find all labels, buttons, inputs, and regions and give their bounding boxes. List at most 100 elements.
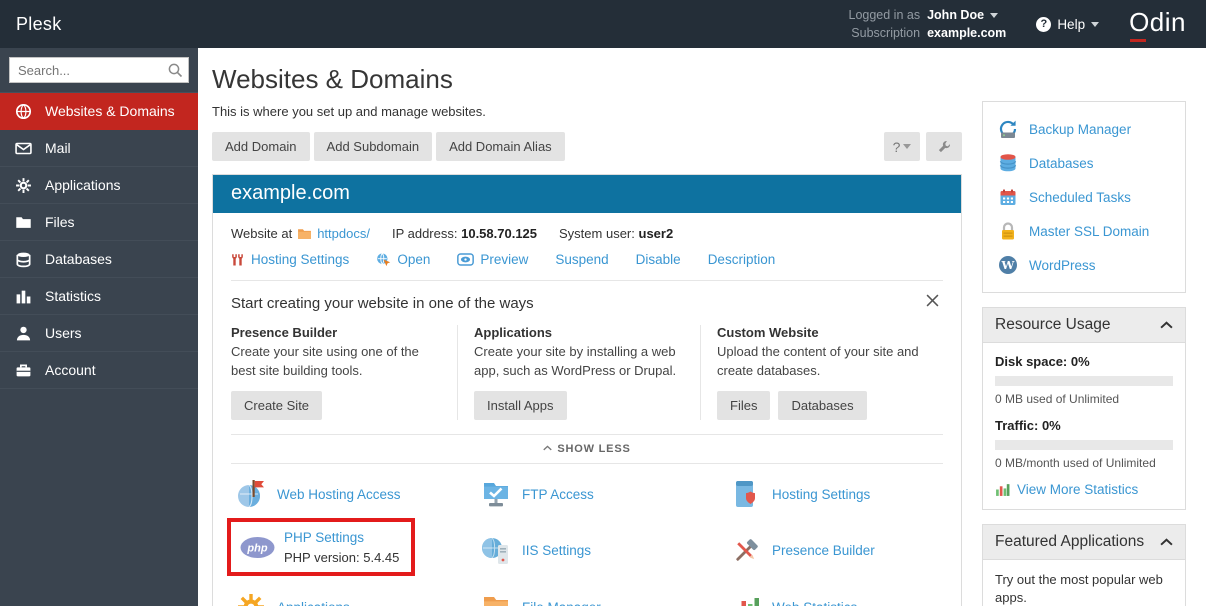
php-highlight-box: php PHP Settings PHP version: 5.4.45 <box>227 518 416 576</box>
resource-usage-header[interactable]: Resource Usage <box>983 308 1185 343</box>
folder-icon <box>297 227 312 240</box>
orange-folder-icon <box>480 592 512 606</box>
chevron-up-icon <box>543 445 553 451</box>
sidebar-item-users[interactable]: Users <box>0 315 198 352</box>
chevron-down-icon <box>990 12 999 18</box>
shortcut-master-ssl-domain[interactable]: Master SSL Domain <box>997 214 1171 248</box>
promo-col-text: Upload the content of your site and crea… <box>717 344 919 378</box>
domain-card: example.com Website at httpdocs/ IP addr… <box>212 174 962 606</box>
help-menu[interactable]: ? Help <box>1036 16 1100 32</box>
help-icon: ? <box>1036 16 1052 32</box>
iis-server-icon <box>480 536 512 566</box>
mini-bars-icon <box>995 482 1010 497</box>
traffic-progress-bar <box>995 440 1173 450</box>
topbar-right: Logged in as John Doe Subscription examp… <box>849 7 1206 42</box>
tool-web-statistics[interactable]: Web Statistics <box>730 592 943 606</box>
database-icon <box>15 251 32 268</box>
suspend-link[interactable]: Suspend <box>555 252 608 267</box>
scroll-shield-icon <box>730 479 762 509</box>
promo-col-title: Applications <box>474 325 553 340</box>
globe-flag-icon <box>235 479 267 509</box>
promo-col-applications: Applications Create your site by install… <box>457 325 700 420</box>
featured-applications-header[interactable]: Featured Applications <box>983 525 1185 560</box>
hosting-settings-link[interactable]: Hosting Settings <box>231 252 349 267</box>
sidebar: Websites & Domains Mail Applications Fil… <box>0 48 198 606</box>
domain-name-banner: example.com <box>213 175 961 213</box>
search-box <box>9 57 189 83</box>
backup-drive-icon <box>997 119 1019 139</box>
tool-presence-builder[interactable]: Presence Builder <box>730 525 943 576</box>
tool-hosting-settings[interactable]: Hosting Settings <box>730 479 943 509</box>
resource-usage-panel: Resource Usage Disk space: 0% 0 MB used … <box>982 307 1186 510</box>
disable-link[interactable]: Disable <box>636 252 681 267</box>
ip-value: 10.58.70.125 <box>461 226 538 241</box>
domain-info-row: Website at httpdocs/ IP address: 10.58.7… <box>231 213 943 241</box>
folder-icon <box>15 214 32 231</box>
close-icon[interactable] <box>922 292 943 314</box>
help-label: Help <box>1057 16 1086 32</box>
tool-php-settings[interactable]: php PHP Settings PHP version: 5.4.45 <box>227 518 480 576</box>
sidebar-item-applications[interactable]: Applications <box>0 167 198 204</box>
featured-apps-text: Try out the most popular web apps. <box>995 572 1163 606</box>
php-version-text: PHP version: 5.4.45 <box>284 550 400 565</box>
preview-link[interactable]: Preview <box>457 252 528 267</box>
docroot-link[interactable]: httpdocs/ <box>317 226 370 241</box>
mail-icon <box>15 140 32 157</box>
add-subdomain-button[interactable]: Add Subdomain <box>313 132 433 161</box>
shortcut-databases[interactable]: Databases <box>997 146 1171 180</box>
subscription-label: Subscription <box>851 25 921 40</box>
sidebar-item-statistics[interactable]: Statistics <box>0 278 198 315</box>
disk-space-progress-bar <box>995 376 1173 386</box>
briefcase-icon <box>15 362 32 379</box>
sidebar-item-account[interactable]: Account <box>0 352 198 389</box>
promo-col-text: Create your site using one of the best s… <box>231 344 419 378</box>
tool-ftp-access[interactable]: FTP Access <box>480 479 730 509</box>
featured-applications-panel: Featured Applications Try out the most p… <box>982 524 1186 606</box>
user-menu[interactable]: John Doe <box>927 7 1006 23</box>
sidebar-item-databases[interactable]: Databases <box>0 241 198 278</box>
system-user-value: user2 <box>638 226 674 241</box>
statistics-bars-icon <box>730 592 762 606</box>
tool-iis-settings[interactable]: IIS Settings <box>480 525 730 576</box>
shortcuts-panel: Backup Manager Databases Scheduled Tasks… <box>982 101 1186 293</box>
install-apps-button[interactable]: Install Apps <box>474 391 567 420</box>
sidebar-nav: Websites & Domains Mail Applications Fil… <box>0 92 198 389</box>
calendar-icon <box>997 187 1019 207</box>
open-link[interactable]: Open <box>376 252 430 267</box>
chevron-down-icon <box>1091 21 1100 27</box>
question-mark-icon: ? <box>892 138 901 155</box>
sidebar-item-websites-domains[interactable]: Websites & Domains <box>0 93 198 130</box>
create-site-button[interactable]: Create Site <box>231 391 323 420</box>
sidebar-item-mail[interactable]: Mail <box>0 130 198 167</box>
add-domain-button[interactable]: Add Domain <box>212 132 310 161</box>
search-input[interactable] <box>9 57 189 83</box>
padlock-icon <box>997 221 1019 241</box>
page-actions: Add Domain Add Subdomain Add Domain Alia… <box>212 132 962 161</box>
databases-button[interactable]: Databases <box>778 391 867 420</box>
ftp-folder-icon <box>480 479 512 509</box>
promo-title: Start creating your website in one of th… <box>231 294 534 312</box>
tool-file-manager[interactable]: File Manager <box>480 592 730 606</box>
ip-label: IP address: <box>391 226 458 241</box>
view-more-statistics-link[interactable]: View More Statistics <box>995 482 1173 497</box>
login-info: Logged in as John Doe Subscription examp… <box>849 7 1007 41</box>
promo-col-title: Custom Website <box>717 325 819 340</box>
help-dropdown-button[interactable]: ? <box>884 132 920 161</box>
sidebar-item-files[interactable]: Files <box>0 204 198 241</box>
search-icon[interactable] <box>167 62 183 83</box>
tool-web-hosting-access[interactable]: Web Hosting Access <box>235 479 480 509</box>
plesk-app: Plesk Logged in as John Doe Subscription… <box>0 0 1206 606</box>
add-domain-alias-button[interactable]: Add Domain Alias <box>436 132 565 161</box>
chevron-up-icon <box>1160 321 1173 329</box>
promo-col-title: Presence Builder <box>231 325 338 340</box>
shortcut-wordpress[interactable]: W WordPress <box>997 248 1171 282</box>
description-link[interactable]: Description <box>708 252 776 267</box>
wrench-icon <box>938 141 950 153</box>
show-less-toggle[interactable]: SHOW LESS <box>231 434 943 464</box>
files-button[interactable]: Files <box>717 391 771 420</box>
settings-wrench-button[interactable] <box>926 132 962 161</box>
shortcut-backup-manager[interactable]: Backup Manager <box>997 112 1171 146</box>
subscription-value[interactable]: example.com <box>927 25 1006 41</box>
tool-applications[interactable]: Applications <box>235 592 480 606</box>
shortcut-scheduled-tasks[interactable]: Scheduled Tasks <box>997 180 1171 214</box>
